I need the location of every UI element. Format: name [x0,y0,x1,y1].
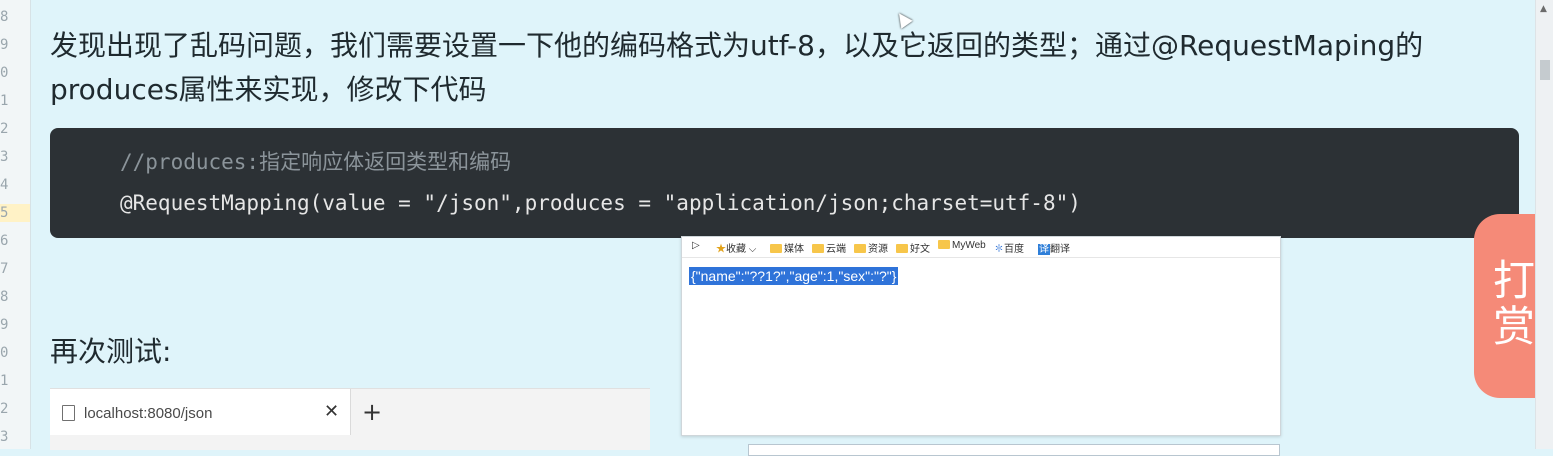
code-block: //produces:指定响应体返回类型和编码 @RequestMapping(… [50,128,1519,238]
bookmark-cloud[interactable]: 云端 [812,240,846,255]
line-number: 9 [0,317,9,333]
bookmark-media[interactable]: 媒体 [770,240,804,255]
code-comment: //produces:指定响应体返回类型和编码 [120,150,512,174]
lower-window-edge [748,444,1280,456]
folder-icon [770,244,782,253]
sidebar-toggle-icon[interactable]: ▷ [692,240,700,251]
code-line: @RequestMapping(value = "/json",produces… [120,191,1081,215]
line-number: 8 [0,289,9,305]
bookmark-baidu[interactable]: ✽百度 [994,240,1024,255]
tab-url: localhost:8080/json [84,405,213,422]
scroll-up-icon[interactable]: ▲ [1540,4,1547,14]
star-icon: ★ [716,244,726,255]
browser-tab[interactable]: localhost:8080/json ✕ [50,389,351,435]
bookmark-favorites[interactable]: ★收藏 ⌵ [716,240,756,255]
line-number: 0 [0,345,9,361]
json-response-text[interactable]: {"name":"??1?","age":1,"sex":"?"} [689,267,899,285]
translate-icon: 译 [1038,244,1050,255]
line-number: 1 [0,93,9,109]
line-number-gutter: 8 9 0 1 2 3 4 5 6 7 8 9 0 1 2 3 [0,0,31,449]
line-number: 3 [0,429,9,445]
folder-icon [938,240,950,249]
bookmark-articles[interactable]: 好文 [896,240,930,255]
browser-result-window: ▷ ★收藏 ⌵ 媒体 云端 资源 好文 MyWeb ✽百度 译翻译 {"name… [681,236,1281,436]
line-number: 3 [0,149,9,165]
bookmarks-bar: ▷ ★收藏 ⌵ 媒体 云端 资源 好文 MyWeb ✽百度 译翻译 [682,237,1280,258]
retest-heading: 再次测试: [50,335,172,368]
article-paragraph: 发现出现了乱码问题，我们需要设置一下他的编码格式为utf-8，以及它返回的类型；… [50,29,1424,106]
bookmark-resources[interactable]: 资源 [854,240,888,255]
line-number: 7 [0,261,9,277]
page-icon [62,405,75,421]
line-number: 6 [0,233,9,249]
line-number: 0 [0,65,9,81]
line-number: 8 [0,9,9,25]
folder-icon [854,244,866,253]
vertical-scrollbar[interactable]: ▲ [1535,0,1553,449]
line-number: 2 [0,121,9,137]
folder-icon [896,244,908,253]
baidu-icon: ✽ [994,244,1004,255]
close-tab-icon[interactable]: ✕ [324,401,339,422]
folder-icon [812,244,824,253]
line-number: 9 [0,37,9,53]
browser-tab-strip: localhost:8080/json ✕ + [50,388,650,450]
line-number-active: 5 [0,204,30,222]
new-tab-icon[interactable]: + [362,398,382,426]
line-number: 1 [0,373,9,389]
bookmark-translate[interactable]: 译翻译 [1038,240,1070,255]
bookmark-myweb[interactable]: MyWeb [938,240,986,251]
line-number: 4 [0,177,9,193]
scroll-thumb[interactable] [1540,60,1550,80]
line-number: 2 [0,401,9,417]
